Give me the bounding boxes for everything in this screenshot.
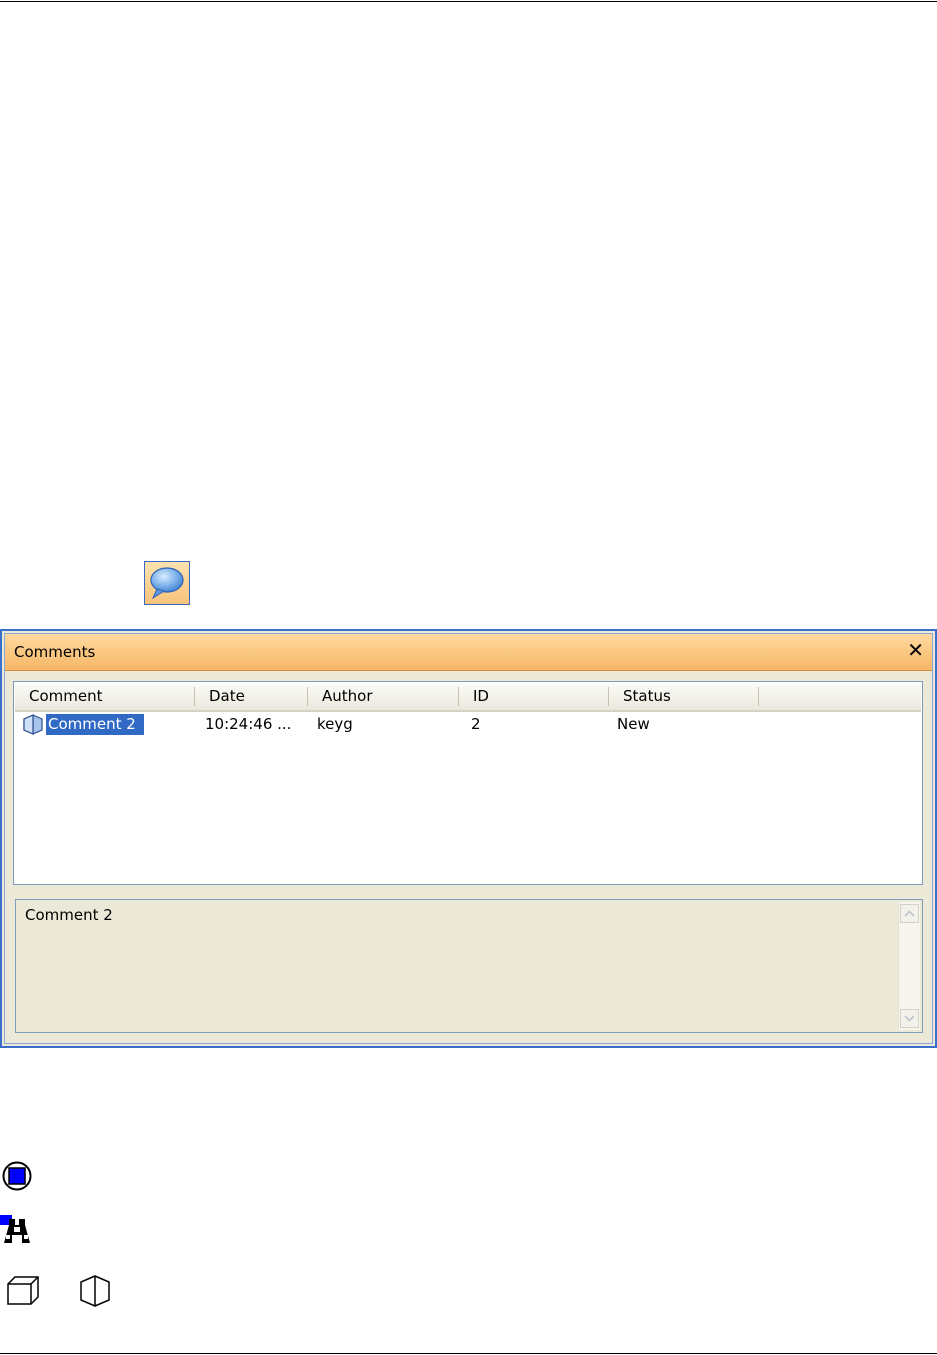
binoculars-icon bbox=[0, 1215, 30, 1243]
table-header: Comment Date Author ID Status bbox=[15, 683, 921, 712]
column-header-date[interactable]: Date bbox=[195, 683, 308, 710]
column-header-label: Status bbox=[623, 687, 671, 705]
chevron-down-icon bbox=[904, 1015, 915, 1022]
comment-preview-text: Comment 2 bbox=[25, 906, 113, 924]
column-header-label: Comment bbox=[29, 687, 103, 705]
column-header-label: Author bbox=[322, 687, 373, 705]
scroll-down-button[interactable] bbox=[900, 1009, 919, 1028]
half-cube-icon bbox=[80, 1275, 110, 1307]
cube-icon bbox=[7, 1276, 39, 1305]
status-cell: New bbox=[617, 715, 650, 733]
author-cell: keyg bbox=[317, 715, 353, 733]
date-cell: 10:24:46 ... bbox=[205, 715, 292, 733]
comment-preview-textarea[interactable]: Comment 2 bbox=[15, 899, 923, 1033]
column-header-id[interactable]: ID bbox=[459, 683, 609, 710]
panel-title: Comments bbox=[14, 643, 96, 661]
table-row[interactable]: Comment 2 10:24:46 ... keyg 2 New bbox=[15, 712, 921, 736]
column-header-author[interactable]: Author bbox=[308, 683, 459, 710]
comment-tool-button[interactable] bbox=[144, 561, 190, 605]
column-header-comment[interactable]: Comment bbox=[15, 683, 195, 710]
preview-scrollbar[interactable] bbox=[898, 902, 920, 1030]
chevron-up-icon bbox=[904, 910, 915, 917]
column-header-label: Date bbox=[209, 687, 245, 705]
comments-panel: Comments ✕ Comment Date Author ID Status bbox=[0, 629, 937, 1048]
comments-panel-body: Comments ✕ Comment Date Author ID Status bbox=[4, 633, 933, 1044]
circle-square-icon bbox=[2, 1161, 32, 1191]
half-cube-icon bbox=[23, 714, 43, 735]
comments-table: Comment Date Author ID Status Comment 2 … bbox=[13, 681, 923, 885]
speech-bubble-icon bbox=[150, 567, 184, 600]
page-top-rule bbox=[0, 1, 937, 2]
page-bottom-rule bbox=[0, 1353, 937, 1354]
panel-titlebar: Comments ✕ bbox=[5, 634, 932, 671]
close-button[interactable]: ✕ bbox=[907, 640, 924, 660]
scroll-up-button[interactable] bbox=[900, 904, 919, 923]
column-header-status[interactable]: Status bbox=[609, 683, 759, 710]
id-cell: 2 bbox=[471, 715, 481, 733]
comment-cell[interactable]: Comment 2 bbox=[46, 714, 144, 735]
column-header-label: ID bbox=[473, 687, 489, 705]
